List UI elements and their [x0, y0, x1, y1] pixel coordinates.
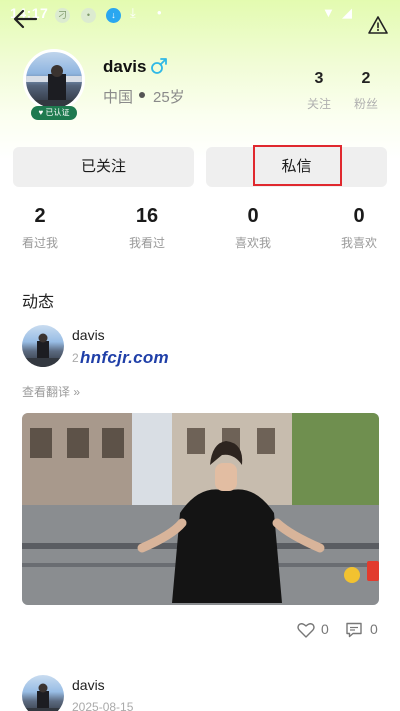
viewed-me-label: 看过我 — [21, 236, 58, 250]
signal-icon: ◢ — [342, 5, 352, 20]
comment-icon[interactable] — [345, 621, 363, 639]
heart-icon[interactable] — [297, 621, 315, 639]
alert-triangle-icon[interactable] — [368, 15, 388, 35]
app-notification-icon: 刁 — [55, 8, 70, 23]
status-bar: 14:17 刁 • ↓ ⤓ • ▼ ◢ — [0, 0, 400, 30]
profile-location: 中国 — [103, 89, 134, 106]
likes-me-count[interactable]: 0 — [213, 205, 293, 228]
post-date: 2025-08-15 — [72, 700, 134, 711]
likes-me-label: 喜欢我 — [234, 236, 271, 250]
following-label: 关注 — [306, 97, 331, 111]
back-arrow-icon[interactable] — [12, 8, 38, 30]
post-photo[interactable] — [22, 413, 379, 605]
i-viewed-label: 我看过 — [128, 236, 165, 250]
watermark: hnfcjr.com — [80, 348, 169, 367]
viewed-me-count[interactable]: 2 — [0, 205, 80, 228]
profile-username: davis — [103, 57, 147, 76]
translate-link[interactable]: 查看翻译 » — [22, 383, 80, 400]
profile-avatar[interactable] — [23, 49, 85, 111]
wifi-icon: ▼ — [322, 5, 335, 20]
followers-label: 粉丝 — [353, 97, 378, 111]
dot-icon: • — [157, 5, 162, 20]
like-count: 0 — [321, 621, 329, 637]
app-notification-icon: • — [81, 8, 96, 23]
post-avatar[interactable] — [22, 675, 64, 711]
i-like-label: 我喜欢 — [340, 236, 377, 250]
comment-count: 0 — [370, 621, 378, 637]
post-username: davis — [72, 327, 105, 343]
feed-section-title: 动态 — [22, 294, 55, 311]
download-arrow-icon: ⤓ — [130, 5, 136, 20]
male-gender-icon — [151, 58, 167, 74]
post-date: 2 — [72, 351, 79, 365]
verified-badge-label: 已认证 — [45, 108, 70, 117]
post-username: davis — [72, 677, 105, 693]
verified-badge: ♥ 已认证 — [31, 106, 77, 120]
separator-dot — [139, 92, 145, 98]
download-icon: ↓ — [106, 8, 121, 23]
message-button-highlight — [253, 145, 342, 186]
following-count[interactable]: 3 — [299, 70, 339, 88]
i-viewed-count[interactable]: 16 — [107, 205, 187, 228]
profile-age: 25岁 — [153, 89, 185, 106]
post-avatar[interactable] — [22, 325, 64, 367]
i-like-count[interactable]: 0 — [319, 205, 399, 228]
followers-count[interactable]: 2 — [346, 70, 386, 88]
follow-button[interactable]: 已关注 — [13, 147, 194, 187]
